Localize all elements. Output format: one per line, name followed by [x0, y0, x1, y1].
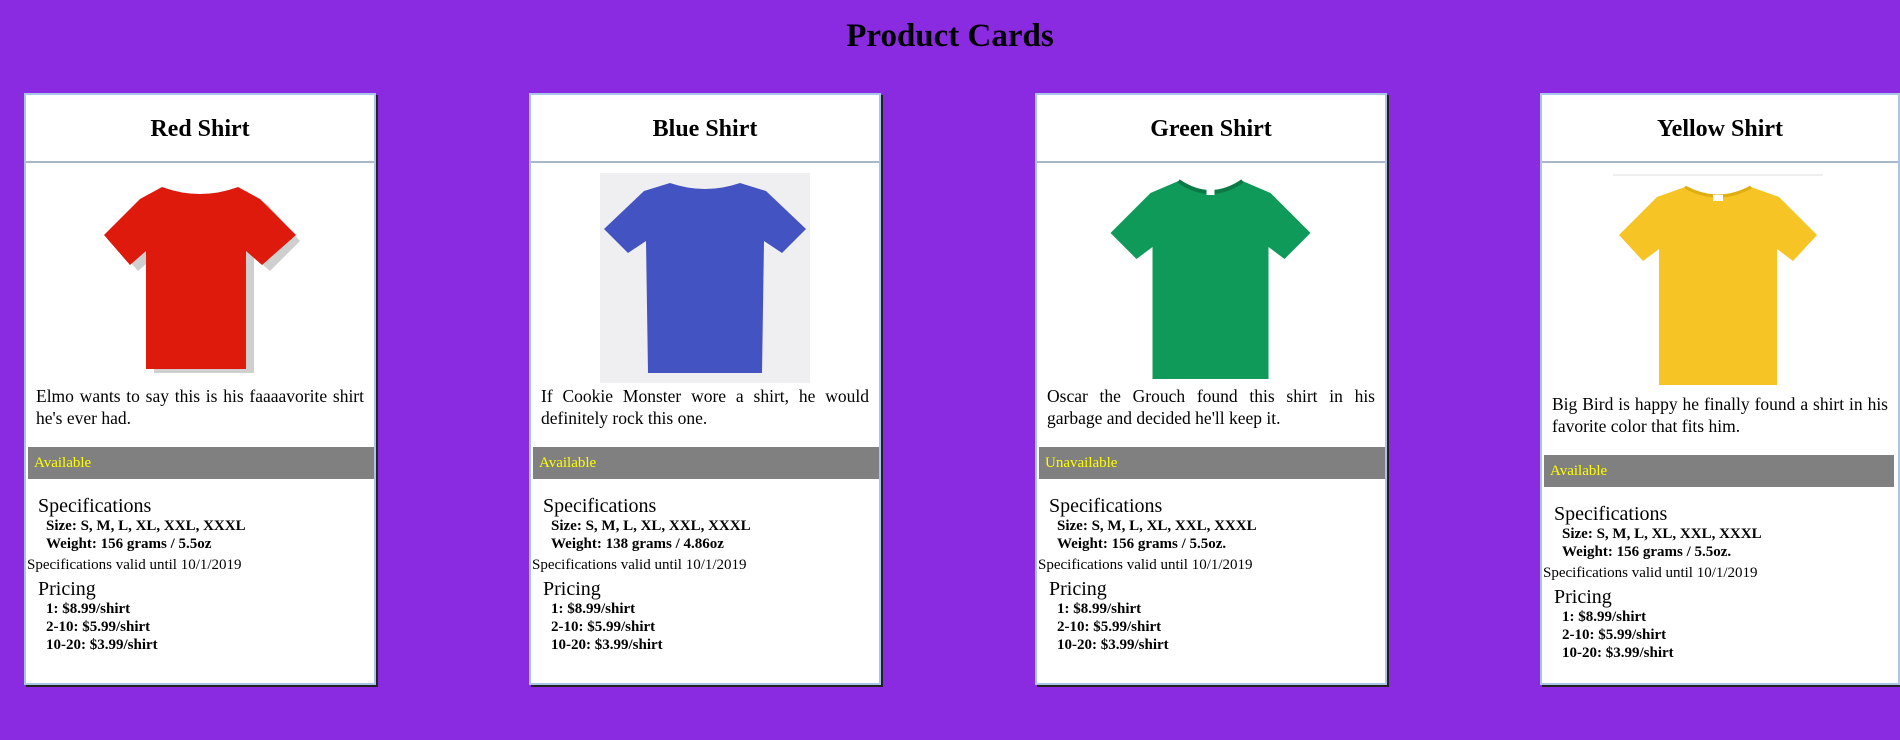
price-tier: 2-10: $5.99/shirt — [1057, 619, 1162, 635]
price-tier: 10-20: $3.99/shirt — [551, 637, 663, 653]
card-title: Green Shirt — [1037, 95, 1385, 163]
price-tier: 10-20: $3.99/shirt — [46, 637, 158, 653]
pricing-heading: Pricing — [38, 578, 96, 600]
yellow-shirt-image — [1613, 174, 1823, 385]
specs-valid-note: Specifications valid until 10/1/2019 — [532, 557, 747, 573]
product-description: Big Bird is happy he finally found a shi… — [1552, 394, 1888, 436]
green-shirt-image — [1110, 179, 1311, 379]
availability-badge: Unavailable — [1039, 447, 1385, 479]
availability-badge: Available — [28, 447, 374, 479]
card-title: Yellow Shirt — [1542, 95, 1898, 163]
availability-badge: Available — [1544, 455, 1894, 487]
product-card-green: Green Shirt Oscar the Grouch found this … — [1035, 93, 1387, 685]
specs-valid-note: Specifications valid until 10/1/2019 — [1543, 565, 1758, 581]
pricing-heading: Pricing — [1554, 586, 1612, 608]
product-image — [26, 163, 374, 385]
product-description: Oscar the Grouch found this shirt in his… — [1047, 386, 1375, 428]
availability-badge: Available — [533, 447, 879, 479]
red-shirt-image — [104, 187, 300, 373]
specifications-heading: Specifications — [543, 495, 657, 517]
spec-size: Size: S, M, L, XL, XXL, XXXL — [1057, 518, 1257, 534]
blue-shirt-image — [600, 173, 810, 383]
pricing-heading: Pricing — [543, 578, 601, 600]
product-image — [531, 163, 879, 385]
spec-size: Size: S, M, L, XL, XXL, XXXL — [551, 518, 751, 534]
page-title: Product Cards — [846, 18, 1054, 54]
product-card-yellow: Yellow Shirt Big Bird is happy he finall… — [1540, 93, 1900, 685]
spec-weight: Weight: 156 grams / 5.5oz. — [1562, 544, 1732, 560]
price-tier: 2-10: $5.99/shirt — [46, 619, 151, 635]
specifications-heading: Specifications — [1049, 495, 1163, 517]
price-tier: 2-10: $5.99/shirt — [1562, 627, 1667, 643]
spec-weight: Weight: 138 grams / 4.86oz — [551, 536, 724, 552]
product-description: Elmo wants to say this is his faaaavorit… — [36, 386, 364, 428]
spec-size: Size: S, M, L, XL, XXL, XXXL — [46, 518, 246, 534]
spec-size: Size: S, M, L, XL, XXL, XXXL — [1562, 526, 1762, 542]
spec-weight: Weight: 156 grams / 5.5oz. — [1057, 536, 1227, 552]
price-tier: 1: $8.99/shirt — [46, 601, 131, 617]
pricing-heading: Pricing — [1049, 578, 1107, 600]
product-card-blue: Blue Shirt If Cookie Monster wore a shir… — [529, 93, 881, 685]
specs-valid-note: Specifications valid until 10/1/2019 — [27, 557, 242, 573]
product-card-red: Red Shirt Elmo wants to say this is his … — [24, 93, 376, 685]
card-title: Red Shirt — [26, 95, 374, 163]
price-tier: 1: $8.99/shirt — [1057, 601, 1142, 617]
card-title: Blue Shirt — [531, 95, 879, 163]
price-tier: 1: $8.99/shirt — [1562, 609, 1647, 625]
price-tier: 10-20: $3.99/shirt — [1057, 637, 1169, 653]
price-tier: 2-10: $5.99/shirt — [551, 619, 656, 635]
product-image — [1037, 163, 1385, 385]
spec-weight: Weight: 156 grams / 5.5oz — [46, 536, 212, 552]
specifications-heading: Specifications — [1554, 503, 1668, 525]
price-tier: 10-20: $3.99/shirt — [1562, 645, 1674, 661]
specifications-heading: Specifications — [38, 495, 152, 517]
product-image — [1542, 163, 1898, 393]
price-tier: 1: $8.99/shirt — [551, 601, 636, 617]
specs-valid-note: Specifications valid until 10/1/2019 — [1038, 557, 1253, 573]
product-description: If Cookie Monster wore a shirt, he would… — [541, 386, 869, 428]
